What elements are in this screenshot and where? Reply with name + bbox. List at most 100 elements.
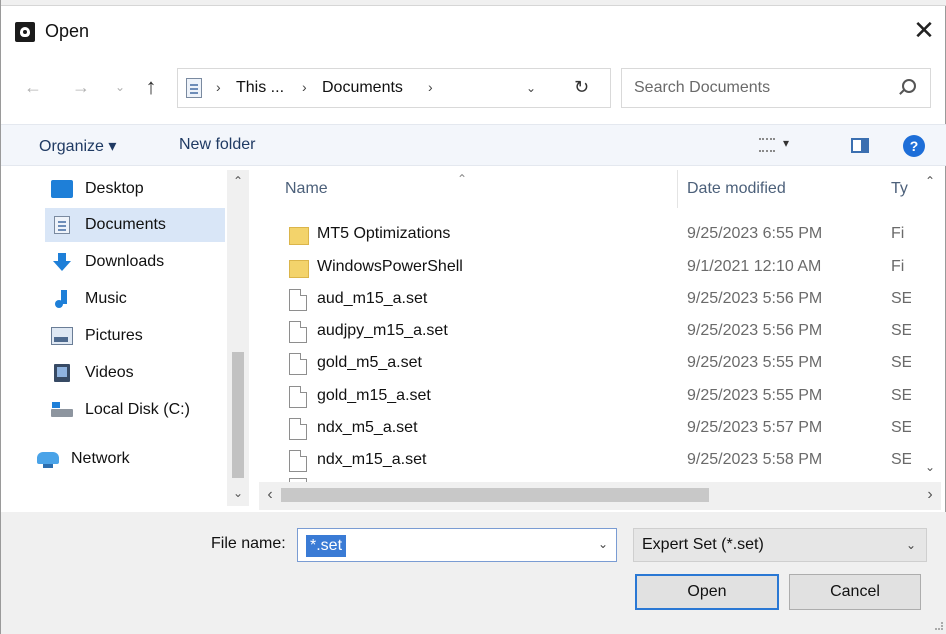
scrollbar-thumb[interactable]: [281, 488, 709, 502]
file-date: 9/25/2023 5:58 PM: [687, 451, 823, 468]
file-type-selected: Expert Set (*.set): [642, 536, 764, 553]
chevron-down-icon: ▾: [783, 136, 790, 150]
file-name: ndx_m15_a.set: [317, 451, 427, 468]
scroll-left-icon[interactable]: ‹: [259, 486, 281, 504]
forward-icon[interactable]: →: [69, 74, 93, 100]
column-header-type[interactable]: Ty: [891, 180, 908, 198]
sort-ascending-icon: ⌃: [457, 172, 468, 186]
file-name-value[interactable]: *.set: [306, 535, 347, 557]
file-type-select[interactable]: Expert Set (*.set) ⌄: [633, 528, 927, 562]
search-box[interactable]: Search Documents: [621, 68, 931, 108]
column-header-date-modified[interactable]: Date modified: [687, 180, 786, 198]
column-divider[interactable]: [677, 170, 678, 208]
file-icon: [289, 386, 307, 408]
file-row[interactable]: gold_m5_a.set 9/25/2023 5:55 PM SE: [279, 347, 915, 379]
file-name: WindowsPowerShell: [317, 258, 463, 275]
address-dropdown-icon[interactable]: ⌄: [526, 81, 536, 95]
sidebar-item-label: Pictures: [85, 327, 143, 344]
folder-icon: [289, 227, 309, 245]
file-name-field[interactable]: *.set ⌄: [297, 528, 617, 562]
close-button[interactable]: ✕: [901, 8, 946, 52]
title-bar: Open ✕: [1, 8, 946, 56]
sidebar-item-local-disk[interactable]: Local Disk (C:): [45, 393, 225, 427]
help-icon[interactable]: ?: [903, 135, 925, 157]
file-icon: [289, 353, 307, 375]
sidebar-item-pictures[interactable]: Pictures: [45, 319, 225, 353]
open-button[interactable]: Open: [635, 574, 779, 610]
sidebar-item-videos[interactable]: Videos: [45, 356, 225, 390]
file-type: SE: [891, 354, 911, 371]
file-name: audjpy_m15_a.set: [317, 322, 448, 339]
file-type: Fi: [891, 258, 905, 275]
file-list-horizontal-scrollbar[interactable]: ‹ ›: [259, 482, 941, 510]
refresh-icon[interactable]: ↻: [574, 77, 589, 98]
downloads-icon: [51, 253, 73, 271]
file-list-vertical-scrollbar[interactable]: ⌃ ⌄: [919, 170, 941, 482]
chevron-down-icon[interactable]: ⌄: [598, 537, 608, 551]
file-date: 9/25/2023 5:55 PM: [687, 387, 823, 404]
folder-icon: [289, 260, 309, 278]
file-type: SE: [891, 322, 911, 339]
back-icon[interactable]: ←: [21, 74, 45, 100]
file-row[interactable]: ndx_m15_a.set 9/25/2023 5:58 PM SE: [279, 444, 915, 476]
breadcrumb-separator-icon: ›: [216, 79, 221, 95]
file-row[interactable]: ndx_m5_a.set 9/25/2023 5:57 PM SE: [279, 412, 915, 444]
file-name: gold_m15_a.set: [317, 387, 431, 404]
sidebar-item-label: Desktop: [85, 180, 144, 197]
navigation-pane: Desktop Documents Downloads Music Pictur…: [31, 170, 253, 506]
organize-button[interactable]: Organize ▾: [39, 136, 116, 156]
chevron-down-icon[interactable]: ⌄: [906, 538, 916, 552]
scroll-up-icon[interactable]: ⌃: [919, 174, 941, 188]
address-bar[interactable]: › This ... › Documents › ⌄ ↻: [177, 68, 611, 108]
up-arrow-icon[interactable]: ↑: [139, 74, 163, 100]
pictures-icon: [51, 327, 73, 345]
file-date: 9/25/2023 5:56 PM: [687, 322, 823, 339]
scrollbar-thumb[interactable]: [232, 352, 244, 478]
search-icon[interactable]: [902, 79, 916, 93]
file-row[interactable]: MT5 Optimizations 9/25/2023 6:55 PM Fi: [279, 218, 915, 250]
file-icon: [289, 450, 307, 472]
file-row[interactable]: WindowsPowerShell 9/1/2021 12:10 AM Fi: [279, 251, 915, 283]
sidebar-item-desktop[interactable]: Desktop: [45, 172, 225, 206]
breadcrumb-documents[interactable]: Documents: [322, 79, 403, 97]
file-icon: [289, 289, 307, 311]
file-row[interactable]: audjpy_m15_a.set 9/25/2023 5:56 PM SE: [279, 315, 915, 347]
file-name: aud_m15_a.set: [317, 290, 428, 307]
documents-icon: [54, 216, 70, 234]
view-options-icon: [759, 138, 775, 152]
sidebar-item-downloads[interactable]: Downloads: [45, 245, 225, 279]
desktop-icon: [51, 180, 73, 198]
file-row[interactable]: aud_m15_a.set 9/25/2023 5:56 PM SE: [279, 283, 915, 315]
scroll-right-icon[interactable]: ›: [919, 486, 941, 504]
scroll-up-icon[interactable]: ⌃: [227, 174, 249, 188]
new-folder-button[interactable]: New folder: [179, 136, 255, 154]
cancel-button[interactable]: Cancel: [789, 574, 921, 610]
file-type: SE: [891, 290, 911, 307]
file-list: Name ⌃ Date modified Ty MT5 Optimization…: [261, 170, 946, 510]
column-header-name[interactable]: Name: [285, 180, 328, 198]
breadcrumb-this-pc[interactable]: This ...: [236, 79, 284, 97]
videos-icon: [54, 364, 70, 382]
file-name: ndx_m5_a.set: [317, 419, 418, 436]
sidebar-item-music[interactable]: Music: [45, 282, 225, 316]
network-icon: [37, 450, 59, 468]
music-icon: [51, 290, 73, 308]
sidebar-item-label: Music: [85, 290, 127, 307]
file-type: Fi: [891, 225, 905, 242]
file-icon: [289, 321, 307, 343]
file-name: MT5 Optimizations: [317, 225, 451, 242]
resize-grip[interactable]: [935, 622, 943, 630]
recent-locations-icon[interactable]: ⌄: [113, 74, 127, 100]
file-row[interactable]: gold_m15_a.set 9/25/2023 5:55 PM SE: [279, 380, 915, 412]
preview-pane-icon[interactable]: [851, 138, 869, 153]
navigation-bar: ← → ⌄ ↑ › This ... › Documents › ⌄ ↻ Sea…: [1, 62, 946, 112]
search-input[interactable]: Search Documents: [634, 79, 770, 97]
breadcrumb-separator-icon[interactable]: ›: [428, 79, 433, 95]
sidebar-item-documents[interactable]: Documents: [45, 208, 225, 242]
window-title: Open: [45, 21, 90, 41]
sidebar-item-network[interactable]: Network: [31, 442, 211, 476]
scroll-down-icon[interactable]: ⌄: [227, 486, 249, 500]
navigation-pane-scrollbar[interactable]: ⌃ ⌄: [227, 170, 249, 506]
scroll-down-icon[interactable]: ⌄: [919, 460, 941, 474]
change-view-button[interactable]: ▾: [759, 136, 805, 156]
